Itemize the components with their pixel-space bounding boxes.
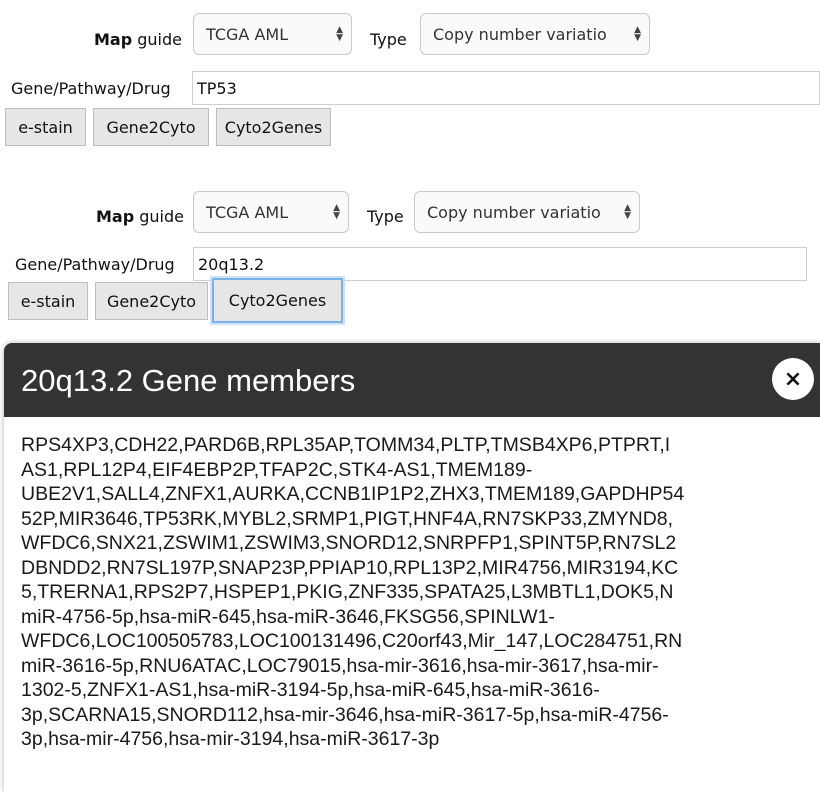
select-arrows-icon: ▲ ▼: [624, 203, 631, 221]
type-value: Copy number variatio: [433, 24, 607, 44]
gene2cyto-button[interactable]: Gene2Cyto: [93, 108, 209, 146]
gene-pathway-drug-label: Gene/Pathway/Drug: [11, 79, 171, 98]
type-label: Type: [367, 207, 404, 226]
gene-list-line: AS1,RPL12P4,EIF4EBP2P,TFAP2C,STK4-AS1,TM…: [21, 458, 533, 481]
map-guide-label: Map guide: [96, 207, 184, 226]
map-guide-value: TCGA AML: [206, 202, 289, 222]
gene-list-line: RPS4XP3,CDH22,PARD6B,RPL35AP,TOMM34,PLTP…: [21, 434, 671, 456]
gene-list-line: miR-4756-5p,hsa-miR-645,hsa-miR-3646,FKS…: [21, 605, 555, 628]
gene-members-modal: 20q13.2 Gene members × RPS4XP3,CDH22,PAR…: [4, 343, 820, 792]
gene-list-line: UBE2V1,SALL4,ZNFX1,AURKA,CCNB1IP1P2,ZHX3…: [21, 483, 685, 505]
type-label: Type: [370, 30, 407, 49]
select-arrows-icon: ▲ ▼: [634, 25, 641, 43]
gene-list-line: WFDC6,SNX21,ZSWIM1,ZSWIM3,SNORD12,SNRPFP…: [21, 532, 677, 554]
map-form-top: Map guide TCGA AML ▲ ▼ Type Copy number v…: [0, 0, 820, 160]
modal-header: 20q13.2 Gene members ×: [4, 343, 820, 417]
gene-list-line: 3p,hsa-mir-4756,hsa-mir-3194,hsa-miR-361…: [21, 728, 440, 750]
gene2cyto-button[interactable]: Gene2Cyto: [95, 282, 208, 320]
select-arrows-icon: ▲ ▼: [336, 25, 343, 43]
select-arrows-icon: ▲ ▼: [333, 203, 340, 221]
gene-list-line: 3p,SCARNA15,SNORD112,hsa-mir-3646,hsa-mi…: [21, 703, 669, 726]
modal-title: 20q13.2 Gene members: [21, 363, 356, 398]
close-icon: ×: [783, 366, 803, 392]
cyto2genes-button[interactable]: Cyto2Genes: [216, 108, 331, 146]
type-value: Copy number variatio: [427, 202, 601, 222]
map-guide-select[interactable]: TCGA AML ▲ ▼: [193, 13, 352, 55]
gene-list-line: WFDC6,LOC100505783,LOC100131496,C20orf43…: [21, 630, 683, 652]
gene-input[interactable]: TP53: [192, 71, 820, 105]
gene-list-line: DBNDD2,RN7SL197P,SNAP23P,PPIAP10,RPL13P2…: [21, 556, 679, 579]
gene-input[interactable]: 20q13.2: [193, 247, 807, 281]
type-select[interactable]: Copy number variatio ▲ ▼: [420, 13, 650, 55]
type-select[interactable]: Copy number variatio ▲ ▼: [414, 191, 640, 233]
estain-button[interactable]: e-stain: [8, 282, 88, 320]
gene-members-list: RPS4XP3,CDH22,PARD6B,RPL35AP,TOMM34,PLTP…: [21, 433, 820, 752]
map-guide-value: TCGA AML: [206, 24, 289, 44]
map-guide-label: Map guide: [94, 30, 182, 49]
map-guide-select[interactable]: TCGA AML ▲ ▼: [193, 191, 349, 233]
estain-button[interactable]: e-stain: [5, 108, 86, 146]
gene-pathway-drug-label: Gene/Pathway/Drug: [15, 255, 175, 274]
gene-list-line: miR-3616-5p,RNU6ATAC,LOC79015,hsa-mir-36…: [21, 654, 659, 677]
close-button[interactable]: ×: [772, 358, 814, 400]
gene-list-line: 1302-5,ZNFX1-AS1,hsa-miR-3194-5p,hsa-miR…: [21, 679, 600, 701]
gene-list-line: 5,TRERNA1,RPS2P7,HSPEP1,PKIG,ZNF335,SPAT…: [21, 581, 674, 603]
gene-list-line: 52P,MIR3646,TP53RK,MYBL2,SRMP1,PIGT,HNF4…: [21, 507, 674, 530]
map-form-bottom: Map guide TCGA AML ▲ ▼ Type Copy number v…: [0, 178, 820, 338]
cyto2genes-button[interactable]: Cyto2Genes: [212, 278, 343, 323]
